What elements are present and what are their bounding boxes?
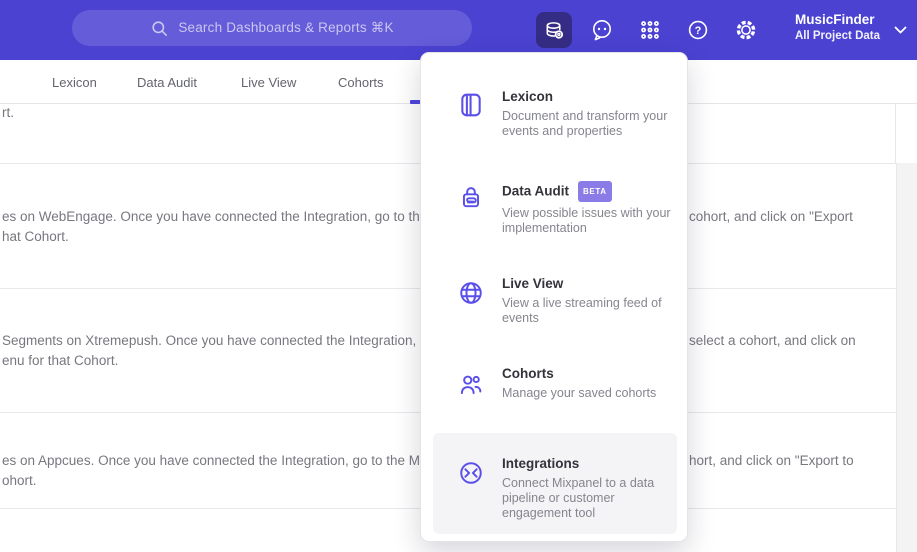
tab-lexicon[interactable]: Lexicon xyxy=(52,60,97,104)
tab-live-view[interactable]: Live View xyxy=(241,60,296,104)
row-text: select a cohort, and click on xyxy=(689,333,856,348)
lock-audit-icon xyxy=(462,187,480,208)
row-text: es on WebEngage. Once you have connected… xyxy=(2,209,428,224)
menu-item-desc: View a live streaming feed of events xyxy=(502,296,662,325)
row-text: es on Appcues. Once you have connected t… xyxy=(2,453,421,468)
apps-grid-button[interactable] xyxy=(638,18,662,42)
help-button[interactable]: ? xyxy=(686,18,710,42)
menu-item-title: Integrations xyxy=(502,456,580,471)
project-name: MusicFinder xyxy=(795,12,875,27)
project-scope: All Project Data xyxy=(795,30,880,42)
card-edge-line xyxy=(895,104,896,163)
row-text: ohort. xyxy=(2,473,37,488)
apps-grid-icon xyxy=(641,21,659,39)
row-text: rt. xyxy=(2,105,14,120)
help-icon: ? xyxy=(688,20,708,40)
data-management-button[interactable] xyxy=(536,12,572,48)
book-icon xyxy=(461,93,481,117)
search-placeholder: Search Dashboards & Reports ⌘K xyxy=(178,20,394,35)
menu-item-title: Data Audit BETA xyxy=(502,181,694,202)
row-text: cohort, and click on "Export xyxy=(689,209,853,224)
chevron-down-icon xyxy=(894,26,907,33)
page-gutter xyxy=(896,163,917,552)
top-header: Search Dashboards & Reports ⌘K ? MusicFi… xyxy=(0,0,917,60)
data-management-dropdown: Lexicon Document and transform your even… xyxy=(420,52,688,542)
menu-item-desc: Document and transform your events and p… xyxy=(502,109,668,138)
row-text: Segments on Xtremepush. Once you have co… xyxy=(2,333,417,348)
search-bar[interactable]: Search Dashboards & Reports ⌘K xyxy=(72,10,472,46)
project-switcher[interactable]: MusicFinder All Project Data xyxy=(795,11,907,43)
row-text: hort, and click on "Export to xyxy=(689,453,854,468)
gear-icon xyxy=(736,20,756,40)
app-root: Search Dashboards & Reports ⌘K ? MusicFi… xyxy=(0,0,917,552)
tab-cohorts[interactable]: Cohorts xyxy=(338,60,384,104)
row-text: hat Cohort. xyxy=(2,229,69,244)
menu-item-title-text: Data Audit xyxy=(502,183,569,199)
beta-badge: BETA xyxy=(578,181,612,202)
sync-arrows-icon xyxy=(460,462,482,484)
database-gear-icon xyxy=(546,21,563,39)
people-icon xyxy=(460,375,482,395)
feedback-chat-icon xyxy=(593,20,611,41)
globe-icon xyxy=(460,282,482,304)
menu-item-title: Lexicon xyxy=(502,89,554,104)
menu-item-title: Live View xyxy=(502,276,564,291)
menu-item-desc: Manage your saved cohorts xyxy=(502,386,657,400)
settings-button[interactable] xyxy=(734,18,758,42)
menu-item-desc: Connect Mixpanel to a data pipeline or c… xyxy=(502,476,655,520)
search-icon xyxy=(152,20,168,36)
menu-item-desc: View possible issues with your implement… xyxy=(502,206,671,235)
svg-text:?: ? xyxy=(695,25,702,37)
row-text: enu for that Cohort. xyxy=(2,353,119,368)
menu-item-title: Cohorts xyxy=(502,366,554,381)
feedback-button[interactable] xyxy=(590,18,614,42)
tab-data-audit[interactable]: Data Audit xyxy=(137,60,197,104)
